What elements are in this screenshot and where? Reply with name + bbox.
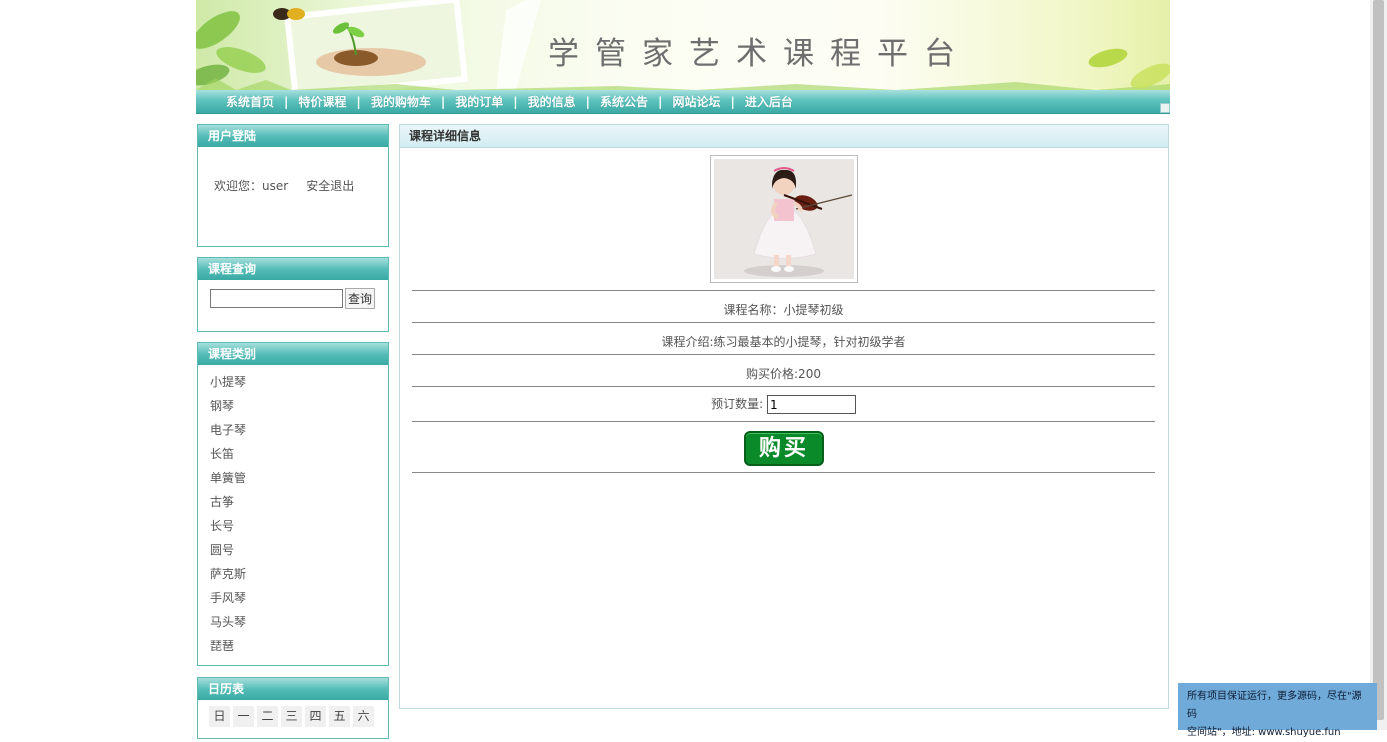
search-row: 查询 bbox=[210, 288, 376, 309]
scrollbar-thumb[interactable] bbox=[1373, 0, 1384, 720]
page-wrapper: 学管家艺术课程平台 系统首页 | 特价课程 | 我的购物车 | 我的订单 | 我的信息 | 系统公告… bbox=[196, 0, 1170, 739]
nav-separator: | bbox=[585, 94, 591, 109]
nav-item-1[interactable]: 特价课程 bbox=[298, 93, 346, 110]
notice-line-1: 所有项目保证运行，更多源码，尽在"源码 bbox=[1187, 691, 1362, 720]
page-scrollbar[interactable] bbox=[1370, 0, 1387, 730]
nav-item-4[interactable]: 我的信息 bbox=[528, 93, 576, 110]
category-item[interactable]: 长号 bbox=[210, 514, 388, 538]
main-nav: 系统首页 | 特价课程 | 我的购物车 | 我的订单 | 我的信息 | 系统公告 | 网站论坛 | 进入后台 bbox=[196, 90, 1170, 114]
login-box-title: 用户登陆 bbox=[198, 125, 388, 147]
divider bbox=[412, 472, 1155, 473]
course-name-row: 课程名称：小提琴初级 bbox=[723, 303, 844, 317]
category-item[interactable]: 圆号 bbox=[210, 538, 388, 562]
site-title: 学管家艺术课程平台 bbox=[548, 36, 971, 72]
divider bbox=[412, 290, 1155, 291]
course-detail-title: 课程详细信息 bbox=[400, 125, 1168, 148]
divider bbox=[412, 322, 1155, 323]
source-notice: 所有项目保证运行，更多源码，尽在"源码 空间站"，地址: www.shuyue.… bbox=[1178, 683, 1377, 738]
category-item[interactable]: 萨克斯 bbox=[210, 562, 388, 586]
nav-separator: | bbox=[658, 94, 663, 109]
category-item[interactable]: 单簧管 bbox=[210, 466, 388, 490]
category-item[interactable]: 手风琴 bbox=[210, 586, 388, 610]
logout-link[interactable]: 安全退出 bbox=[306, 179, 354, 193]
course-image bbox=[710, 155, 858, 283]
calendar-weekday: 五 bbox=[329, 706, 350, 727]
site-banner: 学管家艺术课程平台 bbox=[196, 0, 1170, 90]
divider bbox=[412, 386, 1155, 387]
course-detail-panel: 课程详细信息 课程名称：小提琴初级 课程介绍:练习最基本的小提琴，针对初级学者 … bbox=[399, 124, 1169, 709]
divider bbox=[412, 354, 1155, 355]
nav-separator: | bbox=[356, 94, 361, 109]
nav-separator: | bbox=[730, 94, 735, 109]
calendar-weekday: 二 bbox=[257, 706, 278, 727]
violin-girl-image bbox=[714, 159, 854, 279]
category-item[interactable]: 古筝 bbox=[210, 490, 388, 514]
course-intro-row: 课程介绍:练习最基本的小提琴，针对初级学者 bbox=[661, 335, 906, 349]
course-price-row: 购买价格:200 bbox=[746, 367, 821, 381]
course-search-box: 课程查询 查询 bbox=[197, 257, 389, 332]
nav-separator: | bbox=[513, 94, 518, 109]
calendar-weekday: 日 bbox=[209, 706, 230, 727]
quantity-input[interactable] bbox=[766, 395, 856, 414]
nav-item-5[interactable]: 系统公告 bbox=[600, 93, 648, 110]
divider bbox=[412, 421, 1155, 422]
calendar-weekdays: 日一二三四五六 bbox=[198, 700, 388, 727]
calendar-weekday: 四 bbox=[305, 706, 326, 727]
category-item[interactable]: 电子琴 bbox=[210, 418, 388, 442]
nav-item-0[interactable]: 系统首页 bbox=[226, 93, 274, 110]
nav-item-2[interactable]: 我的购物车 bbox=[371, 93, 431, 110]
calendar-weekday: 六 bbox=[353, 706, 374, 727]
nav-item-3[interactable]: 我的订单 bbox=[455, 93, 503, 110]
category-item[interactable]: 马头琴 bbox=[210, 610, 388, 634]
category-item[interactable]: 长笛 bbox=[210, 442, 388, 466]
category-item[interactable]: 琵琶 bbox=[210, 634, 388, 658]
search-button[interactable]: 查询 bbox=[345, 288, 376, 309]
welcome-text: 欢迎您：user bbox=[214, 179, 289, 193]
nav-separator: | bbox=[440, 94, 446, 109]
calendar-box-title: 日历表 bbox=[198, 678, 388, 700]
nav-item-6[interactable]: 网站论坛 bbox=[672, 93, 720, 110]
category-box-title: 课程类别 bbox=[198, 343, 388, 365]
category-item[interactable]: 钢琴 bbox=[210, 394, 388, 418]
quantity-row: 预订数量: bbox=[412, 395, 1155, 414]
calendar-weekday: 三 bbox=[281, 706, 302, 727]
nav-separator: | bbox=[284, 94, 289, 109]
nav-corner-icon bbox=[1160, 103, 1170, 113]
notice-line-2: 空间站"，地址: www.shuyue.fun bbox=[1187, 727, 1341, 738]
buy-button[interactable]: 购买 bbox=[744, 431, 824, 466]
login-box: 用户登陆 欢迎您：user 安全退出 bbox=[197, 124, 389, 247]
category-list: 小提琴 钢琴 电子琴 长笛 单簧管 古筝 长号 圆号 萨克斯 手风琴 马头琴 琵琶 bbox=[198, 365, 388, 658]
category-box: 课程类别 小提琴 钢琴 电子琴 长笛 单簧管 古筝 长号 圆号 萨克斯 手风琴 马头琴 琵琶 bbox=[197, 342, 389, 666]
login-status: 欢迎您：user 安全退出 bbox=[214, 177, 372, 194]
nav-item-7[interactable]: 进入后台 bbox=[745, 93, 793, 110]
course-search-input[interactable] bbox=[210, 289, 343, 308]
calendar-weekday: 一 bbox=[233, 706, 254, 727]
course-search-title: 课程查询 bbox=[198, 258, 388, 280]
quantity-label: 预订数量: bbox=[711, 397, 764, 411]
nav-items: 系统首页 | 特价课程 | 我的购物车 | 我的订单 | 我的信息 | 系统公告 | 网站论坛 | 进入后台 bbox=[226, 90, 793, 113]
category-item[interactable]: 小提琴 bbox=[210, 370, 388, 394]
